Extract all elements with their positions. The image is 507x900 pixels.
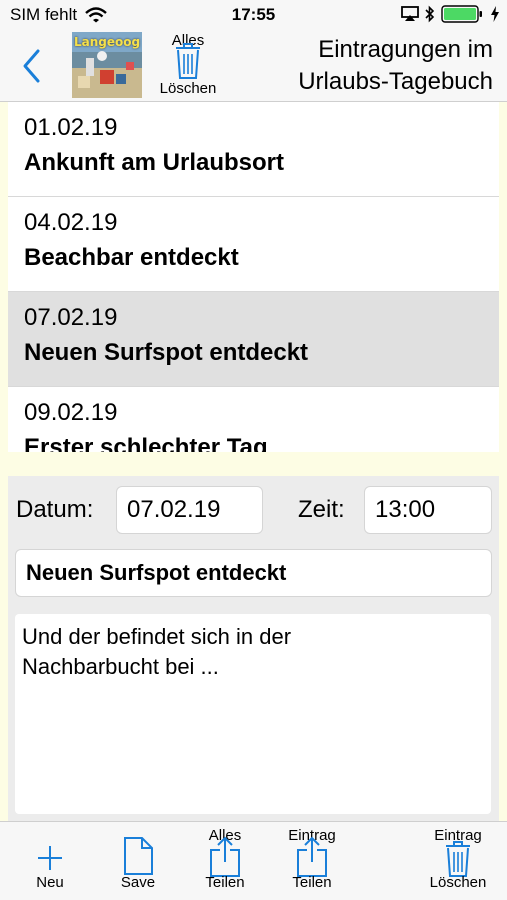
charging-icon [491, 6, 499, 22]
entry-title: Ankunft am Urlaubsort [24, 149, 285, 176]
battery-icon [441, 5, 482, 23]
time-label: Zeit: [298, 496, 345, 523]
trash-icon [176, 43, 200, 79]
delete-all-button[interactable]: Alles Löschen [150, 30, 226, 100]
list-item[interactable]: 04.02.19 Beachbar entdeckt [8, 197, 499, 292]
status-right [401, 5, 499, 23]
status-bar: SIM fehlt 17:55 [0, 0, 507, 30]
delete-all-label-bottom: Löschen [159, 80, 217, 97]
bottom-toolbar: Neu Save Alles Teilen Eintrag Teilen Ein… [0, 821, 507, 900]
share-icon [297, 836, 327, 877]
page-title-line1: Eintragungen im [318, 36, 493, 63]
entry-title: Neuen Surfspot entdeckt [24, 339, 309, 366]
thumbnail-caption: Langeoog [73, 35, 141, 49]
new-button[interactable]: Neu [20, 822, 80, 900]
list-item[interactable]: 01.02.19 Ankunft am Urlaubsort [8, 102, 499, 197]
time-field[interactable]: 13:00 [364, 486, 492, 534]
entry-list[interactable]: 01.02.19 Ankunft am Urlaubsort 04.02.19 … [8, 102, 499, 452]
date-field[interactable]: 07.02.19 [116, 486, 263, 534]
chevron-left-icon [23, 49, 40, 83]
page-title: Eintragungen im Urlaubs-Tagebuch [233, 34, 493, 98]
entry-body-line1: Und der befindet sich in der [22, 624, 292, 649]
new-button-label: Neu [36, 874, 64, 891]
save-button-label: Save [120, 874, 156, 891]
date-label: Datum: [16, 496, 94, 523]
entry-title: Beachbar entdeckt [24, 244, 239, 271]
share-all-button[interactable]: Alles Teilen [190, 822, 260, 900]
delete-entry-label-bottom: Löschen [429, 874, 487, 891]
navigation-bar: Langeoog Alles Löschen Eintragungen im U… [0, 30, 507, 102]
trash-icon [446, 841, 470, 877]
entry-body-textarea[interactable]: Und der befindet sich in der Nachbarbuch… [15, 614, 491, 814]
entry-date: 04.02.19 [24, 209, 118, 236]
entry-title: Erster schlechter Tag [24, 434, 268, 452]
bluetooth-icon [425, 5, 435, 23]
save-button[interactable]: Save [108, 822, 168, 900]
entry-date: 01.02.19 [24, 114, 118, 141]
plus-icon [38, 846, 62, 870]
delete-entry-button[interactable]: Eintrag Löschen [418, 822, 498, 900]
back-button[interactable] [18, 46, 48, 86]
holiday-thumbnail[interactable]: Langeoog [72, 32, 142, 98]
entry-title-field[interactable]: Neuen Surfspot entdeckt [15, 549, 492, 597]
share-entry-button[interactable]: Eintrag Teilen [276, 822, 348, 900]
document-icon [124, 837, 153, 875]
share-all-label-bottom: Teilen [205, 874, 245, 891]
entry-date: 09.02.19 [24, 399, 118, 426]
entry-body-line2: Nachbarbucht bei ... [22, 654, 219, 679]
page-title-line2: Urlaubs-Tagebuch [298, 68, 493, 95]
share-entry-label-bottom: Teilen [292, 874, 332, 891]
airplay-icon [401, 6, 419, 21]
entry-date: 07.02.19 [24, 304, 118, 331]
list-item[interactable]: 09.02.19 Erster schlechter Tag [8, 387, 499, 452]
list-item-selected[interactable]: 07.02.19 Neuen Surfspot entdeckt [8, 292, 499, 387]
share-icon [210, 836, 240, 877]
entry-edit-form: Datum: 07.02.19 Zeit: 13:00 Neuen Surfsp… [8, 476, 499, 821]
